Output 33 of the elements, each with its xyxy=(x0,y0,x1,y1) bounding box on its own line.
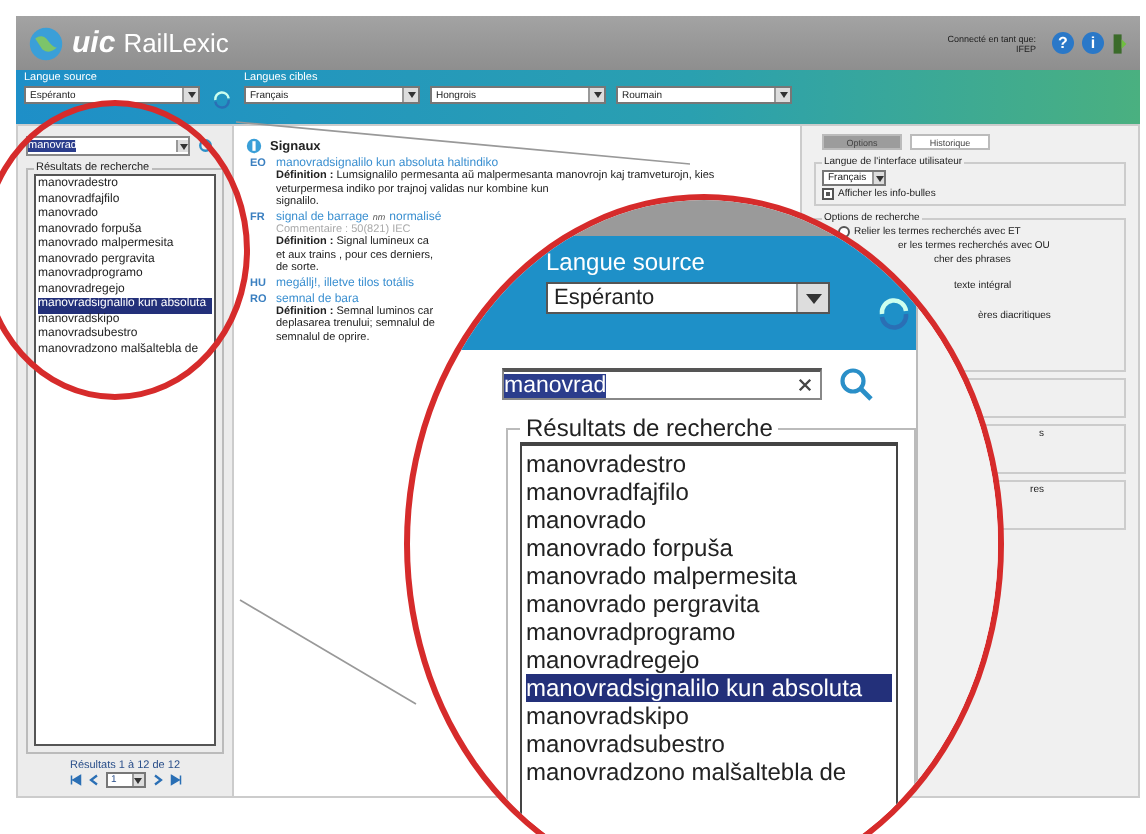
checkbox[interactable] xyxy=(822,188,834,200)
swap-icon[interactable] xyxy=(212,90,232,110)
result-item[interactable]: manovradprogramo xyxy=(526,618,892,646)
clear-icon[interactable] xyxy=(798,378,812,392)
search-icon[interactable] xyxy=(838,366,874,402)
result-item[interactable]: manovradskipo xyxy=(526,702,892,730)
results-title: Résultats de recherche xyxy=(524,414,775,442)
result-item[interactable]: manovrado xyxy=(526,506,892,534)
first-page-icon[interactable] xyxy=(69,774,81,786)
source-language-label: Langue source xyxy=(546,248,707,276)
result-item[interactable]: manovradzono malšaltebla de xyxy=(526,758,892,786)
app-name: RailLexic xyxy=(123,28,229,58)
result-item[interactable]: manovrado forpuša xyxy=(526,534,892,562)
last-page-icon[interactable] xyxy=(169,774,181,786)
result-item[interactable]: manovradfajfilo xyxy=(526,478,892,506)
logo-text: uic xyxy=(72,26,116,60)
result-item[interactable]: manovrado malpermesita xyxy=(526,562,892,590)
previous-page-icon[interactable] xyxy=(87,774,99,786)
source-language-select[interactable]: Espéranto xyxy=(546,282,830,314)
search-icon[interactable] xyxy=(198,137,216,155)
next-page-icon[interactable] xyxy=(151,774,163,786)
exit-icon[interactable] xyxy=(1112,31,1128,55)
search-field[interactable]: manovrad xyxy=(502,368,822,400)
result-item[interactable]: manovrado pergravita xyxy=(526,590,892,618)
help-button[interactable]: ? xyxy=(1052,32,1074,54)
info-button[interactable]: i xyxy=(1082,32,1104,54)
result-item[interactable]: manovradregejo xyxy=(526,646,892,674)
result-item[interactable]: manovradsubestro xyxy=(526,730,892,758)
swap-icon[interactable] xyxy=(876,296,912,332)
signal-icon xyxy=(246,138,262,154)
globe-icon xyxy=(28,25,64,61)
result-item[interactable]: manovradsignalilo kun absoluta xyxy=(526,674,892,702)
result-item[interactable]: manovradestro xyxy=(526,450,892,478)
